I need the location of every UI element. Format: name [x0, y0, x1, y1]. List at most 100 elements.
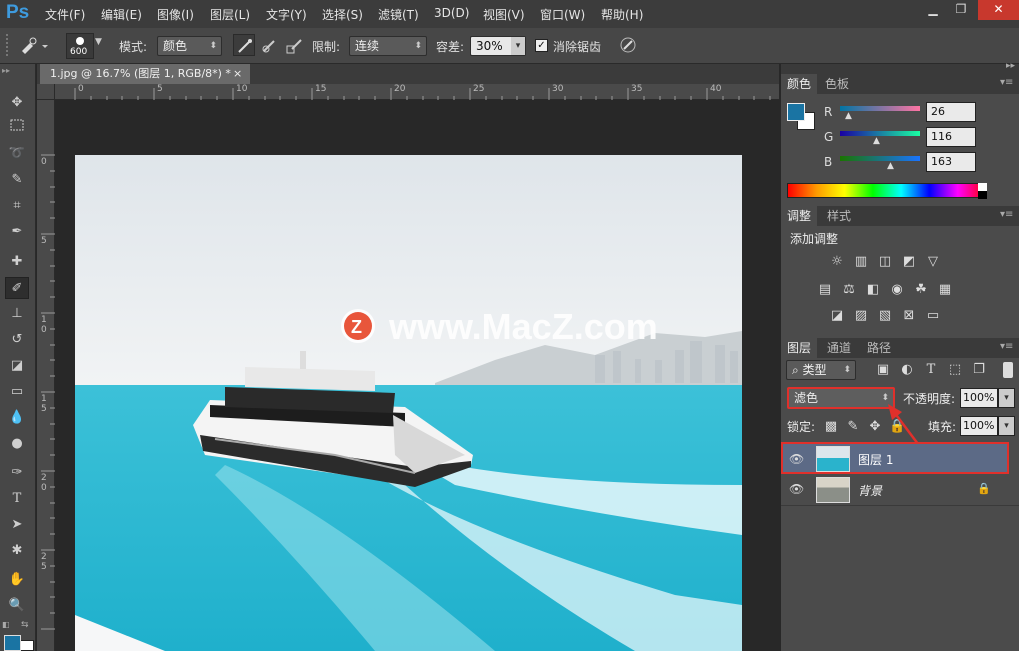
filter-shape-icon[interactable]: ⬚ — [947, 363, 963, 377]
b-slider-thumb[interactable]: ▲ — [887, 161, 894, 171]
channel-mixer-icon[interactable]: ☘ — [913, 283, 929, 297]
dodge-tool-icon[interactable]: ● — [5, 433, 29, 455]
panel-menu-icon[interactable]: ▾≡ — [1000, 341, 1013, 352]
tab-color[interactable]: 颜色 — [781, 74, 818, 94]
chevron-down-icon[interactable]: ▾ — [998, 416, 1015, 436]
opacity-input[interactable]: 100% — [960, 388, 998, 408]
levels-icon[interactable]: ▥ — [853, 255, 869, 269]
filter-adjustment-icon[interactable]: ◐ — [899, 363, 915, 377]
tool-preset-picker[interactable] — [18, 35, 48, 57]
tab-channels[interactable]: 通道 — [821, 338, 857, 358]
eraser-tool-icon[interactable]: ◪ — [5, 355, 29, 377]
eyedropper-tool-icon[interactable]: ✒ — [5, 221, 29, 243]
chevron-down-icon[interactable]: ▼ — [95, 37, 102, 47]
threshold-icon[interactable]: ▧ — [877, 309, 893, 323]
gradient-tool-icon[interactable]: ▭ — [5, 381, 29, 403]
panel-menu-icon[interactable]: ▾≡ — [1000, 77, 1013, 88]
tab-adjustments[interactable]: 调整 — [781, 206, 818, 226]
spectrum-white-chip[interactable] — [978, 183, 987, 191]
menu-edit[interactable]: 编辑(E) — [101, 6, 142, 23]
color-replacement-tool-icon[interactable]: ✐ — [5, 277, 29, 299]
zoom-tool-icon[interactable]: 🔍 — [5, 595, 29, 617]
vibrance-icon[interactable]: ▽ — [925, 255, 941, 269]
crop-tool-icon[interactable]: ⌗ — [5, 195, 29, 217]
marquee-tool-icon[interactable] — [5, 117, 29, 139]
invert-icon[interactable]: ◪ — [829, 309, 845, 323]
brightness-icon[interactable]: ☼ — [829, 255, 845, 269]
antialias-checkbox[interactable]: ✓ — [535, 39, 548, 52]
clone-stamp-tool-icon[interactable]: ⊥ — [5, 303, 29, 325]
healing-brush-tool-icon[interactable]: ✚ — [5, 251, 29, 273]
sampling-background-button[interactable] — [284, 34, 306, 56]
filter-smart-object-icon[interactable]: ❐ — [971, 363, 987, 377]
photo-filter-icon[interactable]: ◉ — [889, 283, 905, 297]
ruler-origin[interactable] — [37, 84, 55, 100]
hue-saturation-icon[interactable]: ▤ — [817, 283, 833, 297]
menu-type[interactable]: 文字(Y) — [266, 6, 307, 23]
g-slider-thumb[interactable]: ▲ — [873, 136, 880, 146]
tolerance-input[interactable]: 30% ▾ — [470, 36, 526, 56]
b-slider[interactable] — [840, 156, 920, 161]
visibility-eye-icon[interactable]: 👁 — [789, 452, 804, 466]
sampling-continuous-button[interactable] — [233, 34, 255, 56]
tab-paths[interactable]: 路径 — [861, 338, 897, 358]
posterize-icon[interactable]: ▨ — [853, 309, 869, 323]
pressure-button[interactable] — [616, 34, 640, 56]
tab-layers[interactable]: 图层 — [781, 338, 818, 358]
tab-styles[interactable]: 样式 — [821, 206, 857, 226]
lasso-tool-icon[interactable]: ➰ — [5, 143, 29, 165]
layer-row-selected[interactable]: 👁 图层 1 — [781, 442, 1009, 474]
default-colors-icon[interactable]: ◧ — [2, 620, 10, 629]
g-value-input[interactable]: 116 — [926, 127, 976, 147]
chevron-down-icon[interactable]: ▾ — [998, 388, 1015, 408]
menu-help[interactable]: 帮助(H) — [601, 6, 643, 23]
document-canvas-image[interactable]: Z www.MacZ.com — [75, 155, 742, 651]
menu-file[interactable]: 文件(F) — [45, 6, 85, 23]
sampling-once-button[interactable] — [259, 34, 281, 56]
r-value-input[interactable]: 26 — [926, 102, 976, 122]
visibility-eye-icon[interactable]: 👁 — [789, 482, 804, 496]
foreground-color-swatch[interactable] — [4, 635, 21, 651]
close-button[interactable]: ✕ — [978, 0, 1019, 20]
lock-transparency-icon[interactable]: ▩ — [823, 420, 839, 434]
history-brush-tool-icon[interactable]: ↺ — [5, 329, 29, 351]
blur-tool-icon[interactable]: 💧 — [5, 407, 29, 429]
layer-name[interactable]: 图层 1 — [858, 451, 893, 468]
g-slider[interactable] — [840, 131, 920, 136]
limit-select[interactable]: 连续 ⬍ — [349, 36, 427, 56]
mode-select[interactable]: 颜色 ⬍ — [157, 36, 222, 56]
spectrum-black-chip[interactable] — [978, 191, 987, 199]
swap-colors-icon[interactable]: ⇆ — [21, 620, 29, 630]
tab-swatches[interactable]: 色板 — [819, 74, 855, 94]
b-value-input[interactable]: 163 — [926, 152, 976, 172]
fill-input[interactable]: 100% — [960, 416, 998, 436]
filter-pixel-icon[interactable]: ▣ — [875, 363, 891, 377]
gradient-map-icon[interactable]: ▭ — [925, 309, 941, 323]
type-tool-icon[interactable]: T — [5, 488, 29, 510]
menu-window[interactable]: 窗口(W) — [540, 6, 585, 23]
hand-tool-icon[interactable]: ✋ — [5, 569, 29, 591]
filter-toggle[interactable] — [1003, 362, 1013, 378]
custom-shape-tool-icon[interactable]: ✱ — [5, 540, 29, 562]
filter-type-icon[interactable]: T — [923, 363, 939, 377]
selective-color-icon[interactable]: ⊠ — [901, 309, 917, 323]
layer-row[interactable]: 👁 背景 🔒 — [781, 474, 1019, 506]
restore-button[interactable]: ❐ — [945, 0, 977, 20]
menu-3d[interactable]: 3D(D) — [434, 6, 469, 20]
black-white-icon[interactable]: ◧ — [865, 283, 881, 297]
toolbox-collapse-icon[interactable]: ▸▸ — [2, 66, 10, 75]
color-spectrum-bar[interactable] — [787, 183, 987, 198]
path-select-tool-icon[interactable]: ➤ — [5, 514, 29, 536]
quick-select-tool-icon[interactable]: ✎ — [5, 169, 29, 191]
document-tab[interactable]: 1.jpg @ 16.7% (图层 1, RGB/8*) * × — [40, 64, 250, 84]
foreground-swatch[interactable] — [787, 103, 805, 121]
move-tool-icon[interactable]: ✥ — [5, 92, 29, 114]
r-slider[interactable] — [840, 106, 920, 111]
menu-filter[interactable]: 滤镜(T) — [378, 6, 419, 23]
layer-filter-select[interactable]: ⌕ 类型 ⬍ — [786, 360, 856, 380]
color-balance-icon[interactable]: ⚖ — [841, 283, 857, 297]
panel-menu-icon[interactable]: ▾≡ — [1000, 209, 1013, 220]
pen-tool-icon[interactable]: ✑ — [5, 462, 29, 484]
r-slider-thumb[interactable]: ▲ — [845, 111, 852, 121]
collapse-panels-icon[interactable]: ▸▸ — [1006, 61, 1015, 71]
